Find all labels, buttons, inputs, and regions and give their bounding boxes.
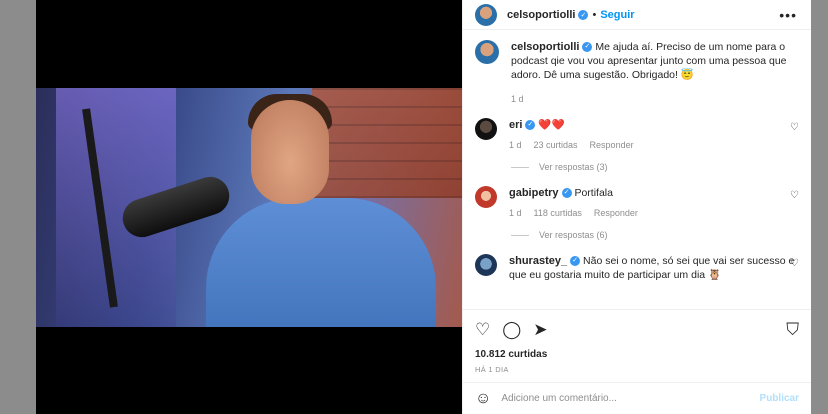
post-username[interactable]: celsoportiolli: [507, 9, 575, 21]
reply-button[interactable]: Responder: [594, 206, 638, 220]
comment-input[interactable]: [501, 393, 760, 404]
reply-button[interactable]: Responder: [590, 138, 634, 152]
more-options-icon[interactable]: •••: [779, 7, 797, 23]
publish-button[interactable]: Publicar: [760, 393, 799, 404]
comment-like-icon[interactable]: ♡: [790, 190, 799, 201]
avatar[interactable]: [475, 254, 497, 276]
comment-like-icon[interactable]: ♡: [790, 122, 799, 133]
share-icon[interactable]: ➤: [533, 321, 547, 338]
caption: celsoportiolli ✓ Me ajuda aí. Preciso de …: [475, 40, 799, 106]
emoji-icon[interactable]: ☺: [475, 390, 491, 408]
comment-time[interactable]: 1 d: [509, 206, 522, 220]
comment-text: Portifala: [574, 187, 613, 199]
avatar[interactable]: [475, 118, 497, 140]
post-media[interactable]: [36, 0, 462, 414]
separator: •: [592, 8, 597, 21]
action-bar: ♡ ◯ ➤ ⛉: [463, 309, 811, 349]
posted-ago[interactable]: HÁ 1 DIA: [463, 360, 811, 374]
comment-item: eri ✓ ❤️❤️ 1 d 23 curtidas Responder ♡: [475, 118, 799, 152]
comment-username[interactable]: shurastey_: [509, 255, 567, 267]
avatar[interactable]: [475, 40, 499, 64]
likes-count[interactable]: 10.812 curtidas: [463, 349, 811, 360]
comment-like-icon[interactable]: ♡: [790, 258, 799, 269]
post-photo: [36, 88, 462, 327]
post-header: celsoportiolli ✓ • Seguir •••: [463, 0, 811, 30]
comment-likes[interactable]: 118 curtidas: [534, 206, 582, 220]
view-replies-label: Ver respostas (6): [539, 230, 608, 240]
comment-likes[interactable]: 23 curtidas: [534, 138, 578, 152]
comment-item: shurastey_ ✓ Não sei o nome, só sei que v…: [475, 254, 799, 282]
like-icon[interactable]: ♡: [475, 321, 490, 338]
bookmark-icon[interactable]: ⛉: [786, 321, 799, 338]
view-replies-button[interactable]: Ver respostas (3): [511, 162, 799, 172]
comment-username[interactable]: gabipetry: [509, 187, 559, 199]
comment-text: ❤️❤️: [538, 119, 565, 131]
view-replies-label: Ver respostas (3): [539, 162, 608, 172]
comment-username[interactable]: eri: [509, 119, 522, 131]
comment-time[interactable]: 1 d: [509, 138, 522, 152]
view-replies-button[interactable]: Ver respostas (6): [511, 230, 799, 240]
caption-username[interactable]: celsoportiolli: [511, 41, 579, 53]
comments-list[interactable]: celsoportiolli ✓ Me ajuda aí. Preciso de …: [463, 30, 811, 309]
caption-time[interactable]: 1 d: [511, 92, 524, 106]
post-sidebar: celsoportiolli ✓ • Seguir ••• celsoporti…: [462, 0, 811, 414]
post-modal: celsoportiolli ✓ • Seguir ••• celsoporti…: [36, 0, 811, 414]
comment-icon[interactable]: ◯: [502, 321, 521, 338]
verified-icon: ✓: [582, 42, 593, 53]
verified-icon: ✓: [525, 120, 536, 131]
verified-icon: ✓: [578, 9, 589, 20]
avatar[interactable]: [475, 3, 497, 26]
add-comment-bar: ☺ Publicar: [463, 382, 811, 414]
avatar[interactable]: [475, 186, 497, 208]
verified-icon: ✓: [561, 188, 572, 199]
verified-icon: ✓: [570, 256, 581, 267]
follow-button[interactable]: Seguir: [600, 9, 634, 21]
comment-item: gabipetry ✓ Portifala 1 d 118 curtidas Re…: [475, 186, 799, 220]
